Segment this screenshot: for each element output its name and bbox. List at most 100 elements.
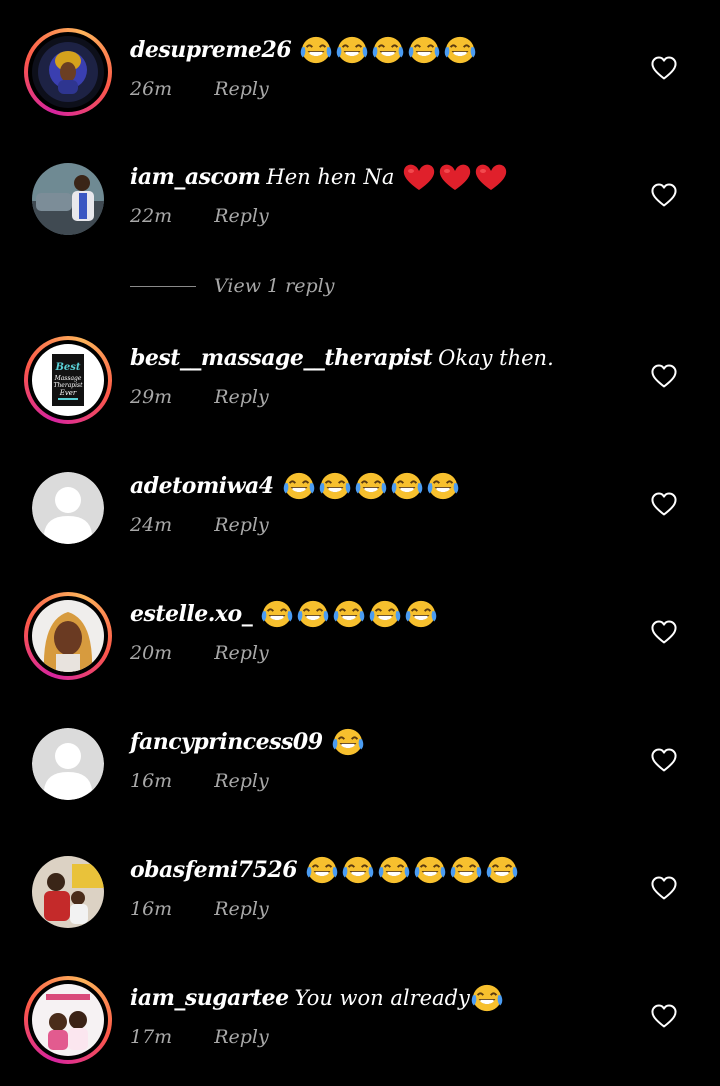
reply-button[interactable]: Reply bbox=[214, 386, 269, 408]
joy-emoji-icon bbox=[471, 984, 503, 1012]
view-replies-divider bbox=[130, 285, 196, 287]
joy-emoji-icon bbox=[444, 36, 476, 64]
comment-username[interactable]: obasfemi7526 bbox=[130, 857, 298, 883]
comment-content: best__massage__therapist Okay then. 29m Rep… bbox=[130, 336, 610, 414]
reply-button[interactable]: Reply bbox=[214, 78, 269, 100]
comment-timestamp: 20m bbox=[130, 642, 173, 664]
comment-content: iam_ascom Hen hen Na 22m Reply bbox=[130, 155, 610, 233]
like-heart-icon[interactable] bbox=[650, 363, 678, 389]
avatar bbox=[32, 984, 104, 1056]
comment-row: Best Massage Therapist Ever best__massag… bbox=[0, 336, 720, 446]
joy-emoji-icon bbox=[342, 856, 374, 884]
comment-content: obasfemi7526 16m Reply bbox=[130, 848, 610, 926]
comment-line: iam_ascom Hen hen Na bbox=[130, 155, 610, 199]
avatar-image bbox=[32, 600, 104, 672]
comment-avatar[interactable] bbox=[24, 720, 112, 808]
joy-emoji-icon bbox=[332, 728, 363, 756]
comment-timestamp: 29m bbox=[130, 386, 173, 408]
joy-emoji-icon bbox=[319, 472, 350, 500]
comment-row: obasfemi7526 16m Reply bbox=[0, 848, 720, 958]
comment-meta: 17m Reply bbox=[130, 1020, 610, 1054]
avatar bbox=[32, 472, 104, 544]
comment-timestamp: 16m bbox=[130, 770, 173, 792]
like-heart-icon[interactable] bbox=[650, 747, 678, 773]
default-avatar-icon bbox=[32, 728, 104, 800]
view-replies-button[interactable]: View 1 reply bbox=[130, 272, 334, 300]
joy-emoji-icon bbox=[378, 856, 410, 884]
joy-emoji-icon bbox=[405, 600, 437, 628]
comment-line: best__massage__therapist Okay then. bbox=[130, 336, 610, 380]
comment-username[interactable]: iam_ascom bbox=[130, 164, 261, 190]
comment-emojis bbox=[402, 162, 508, 192]
joy-emoji-icon bbox=[336, 36, 368, 64]
view-replies-label: View 1 reply bbox=[214, 275, 335, 297]
comment-meta: 26m Reply bbox=[130, 72, 610, 106]
comment-username[interactable]: estelle.xo_ bbox=[130, 601, 253, 627]
like-heart-icon[interactable] bbox=[650, 182, 678, 208]
comment-line: fancyprincess09 bbox=[130, 720, 610, 764]
comment-text: You won already bbox=[294, 986, 470, 1010]
reply-button[interactable]: Reply bbox=[214, 898, 269, 920]
comment-avatar[interactable] bbox=[24, 155, 112, 243]
comment-timestamp: 17m bbox=[130, 1026, 173, 1048]
avatar: Best Massage Therapist Ever bbox=[32, 344, 104, 416]
like-heart-icon[interactable] bbox=[650, 1003, 678, 1029]
avatar bbox=[32, 600, 104, 672]
comment-meta: 16m Reply bbox=[130, 892, 610, 926]
comment-avatar[interactable] bbox=[24, 976, 112, 1064]
comment-text: Hen hen Na bbox=[266, 165, 395, 189]
reply-button[interactable]: Reply bbox=[214, 770, 269, 792]
comment-content: desupreme26 26m Reply bbox=[130, 28, 610, 106]
joy-emoji-icon bbox=[297, 600, 329, 628]
comment-avatar[interactable] bbox=[24, 592, 112, 680]
comment-avatar[interactable] bbox=[24, 464, 112, 552]
comment-row: estelle.xo_ 20m Reply bbox=[0, 592, 720, 702]
comment-username[interactable]: best__massage__therapist bbox=[130, 345, 433, 371]
like-heart-icon[interactable] bbox=[650, 491, 678, 517]
joy-emoji-icon bbox=[450, 856, 482, 884]
comment-emojis bbox=[299, 35, 477, 65]
comment-line: estelle.xo_ bbox=[130, 592, 610, 636]
avatar-image bbox=[32, 984, 104, 1056]
joy-emoji-icon bbox=[300, 36, 332, 64]
comment-text: Okay then. bbox=[438, 346, 554, 370]
like-heart-icon[interactable] bbox=[650, 619, 678, 645]
comment-row: iam_sugartee You won already 17m Reply bbox=[0, 976, 720, 1086]
comment-avatar[interactable] bbox=[24, 28, 112, 116]
avatar bbox=[32, 856, 104, 928]
comment-content: fancyprincess09 16m Reply bbox=[130, 720, 610, 798]
comment-emojis bbox=[470, 983, 504, 1013]
joy-emoji-icon bbox=[283, 472, 314, 500]
comment-username[interactable]: adetomiwa4 bbox=[130, 473, 274, 499]
comment-meta: 16m Reply bbox=[130, 764, 610, 798]
reply-button[interactable]: Reply bbox=[214, 205, 269, 227]
comment-meta: 20m Reply bbox=[130, 636, 610, 670]
avatar-image bbox=[32, 36, 104, 108]
comment-username[interactable]: desupreme26 bbox=[130, 37, 292, 63]
reply-button[interactable]: Reply bbox=[214, 514, 269, 536]
svg-text:Ever: Ever bbox=[59, 389, 77, 397]
like-heart-icon[interactable] bbox=[650, 875, 678, 901]
joy-emoji-icon bbox=[306, 856, 338, 884]
comment-line: iam_sugartee You won already bbox=[130, 976, 610, 1020]
avatar bbox=[32, 163, 104, 235]
joy-emoji-icon bbox=[372, 36, 404, 64]
reply-button[interactable]: Reply bbox=[214, 642, 269, 664]
avatar bbox=[32, 36, 104, 108]
comment-content: adetomiwa4 24m Reply bbox=[130, 464, 610, 542]
comment-username[interactable]: iam_sugartee bbox=[130, 985, 289, 1011]
joy-emoji-icon bbox=[261, 600, 293, 628]
comment-avatar[interactable] bbox=[24, 848, 112, 936]
comment-content: iam_sugartee You won already 17m Reply bbox=[130, 976, 610, 1054]
comment-username[interactable]: fancyprincess09 bbox=[130, 729, 323, 755]
comment-emojis bbox=[305, 855, 519, 885]
reply-button[interactable]: Reply bbox=[214, 1026, 269, 1048]
avatar-image bbox=[32, 163, 104, 235]
like-heart-icon[interactable] bbox=[650, 55, 678, 81]
joy-emoji-icon bbox=[486, 856, 518, 884]
comment-avatar[interactable]: Best Massage Therapist Ever bbox=[24, 336, 112, 424]
svg-text:Massage: Massage bbox=[54, 375, 82, 382]
svg-text:Therapist: Therapist bbox=[53, 382, 83, 389]
comment-emojis bbox=[282, 471, 460, 501]
comment-meta: 24m Reply bbox=[130, 508, 610, 542]
